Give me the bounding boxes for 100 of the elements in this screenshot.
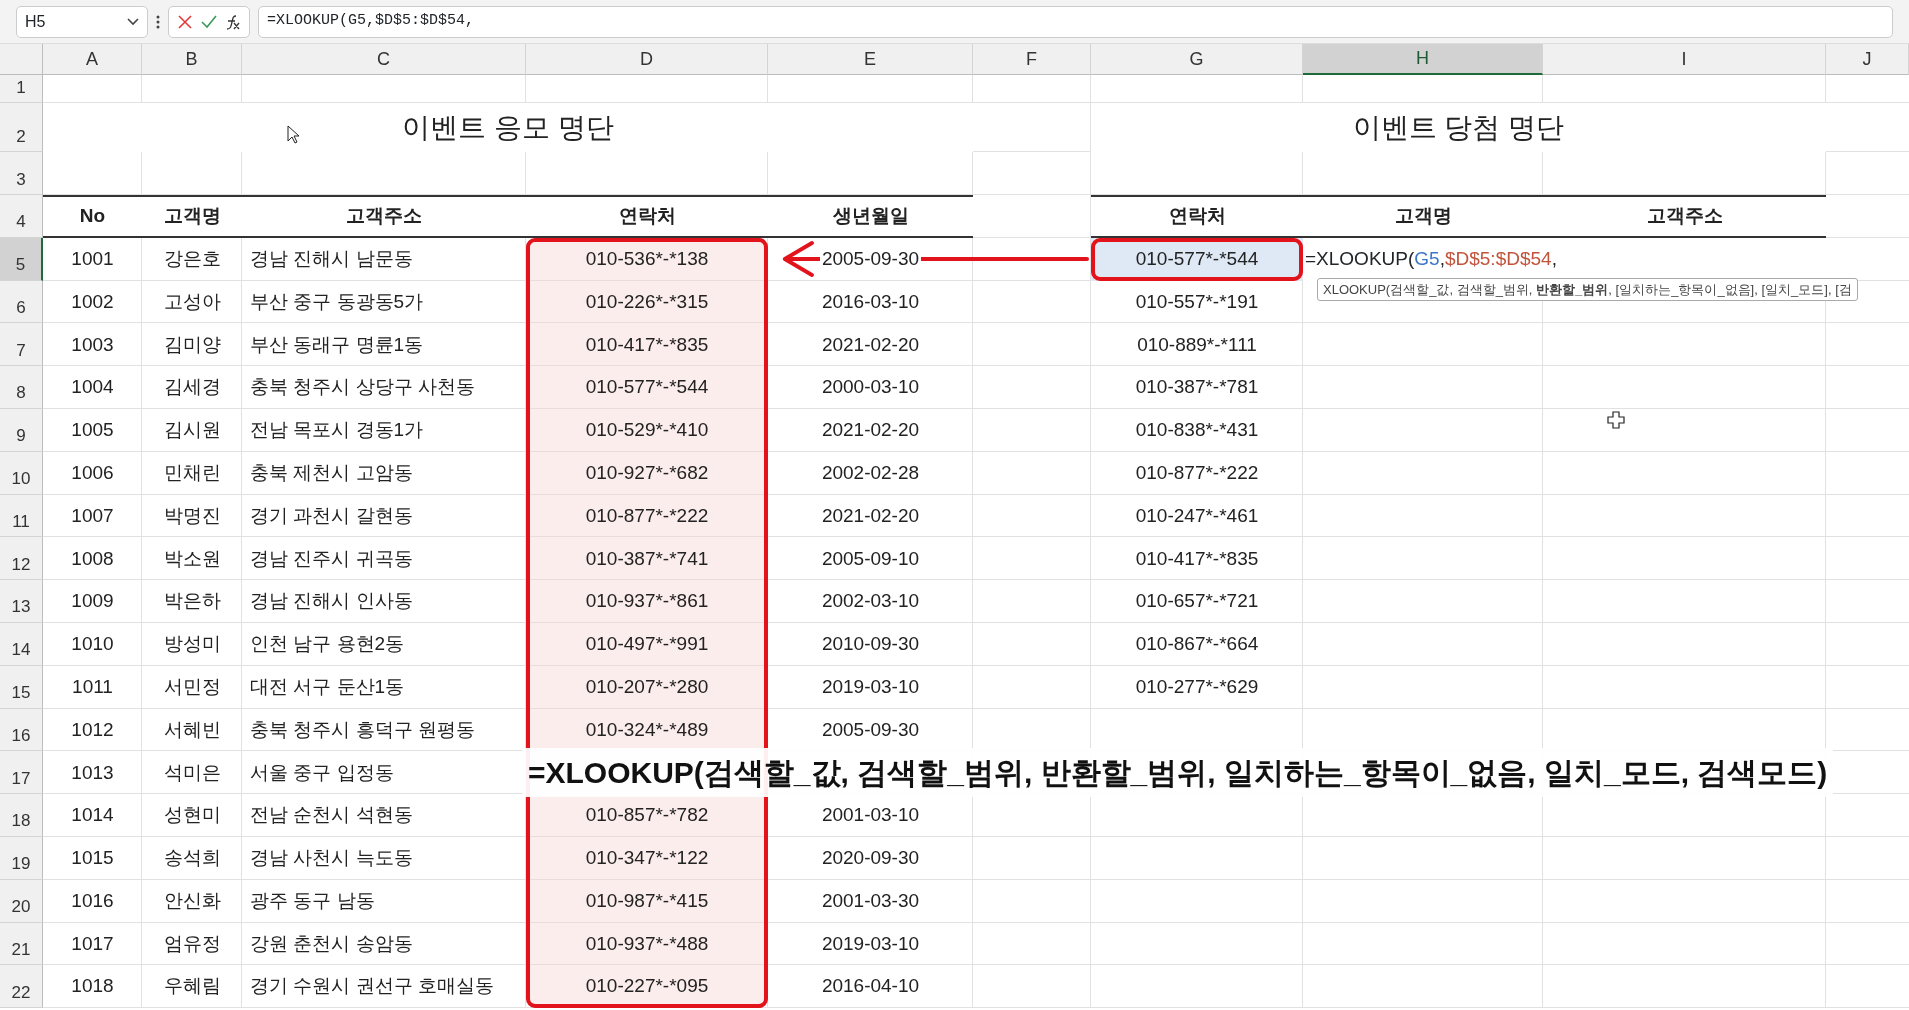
table-cell-text: 1015 — [70, 846, 115, 871]
insert-function-icon[interactable] — [225, 13, 241, 30]
table-cell-text: 방성미 — [162, 632, 222, 657]
table-cell-text: 부산 중구 동광동5가 — [249, 289, 425, 314]
dropdown-caret-icon[interactable] — [127, 17, 139, 26]
table-cell-text: 1005 — [70, 418, 115, 443]
column-heading: No — [43, 195, 142, 238]
table-title: 이벤트 당첨 명단 — [1091, 103, 1826, 152]
column-header[interactable]: J — [1826, 44, 1909, 75]
row-header[interactable]: 21 — [0, 922, 43, 966]
table-cell-text: 010-867*-*664 — [1134, 632, 1260, 657]
column-header[interactable]: D — [526, 44, 768, 75]
enter-check-icon[interactable] — [201, 13, 217, 30]
table-cell-text: 1014 — [70, 803, 115, 828]
name-box-value: H5 — [25, 11, 46, 32]
caption-text: =XLOOKUP(검색할_값, 검색할_범위, 반환할_범위, 일치하는_항목이_없음, 일치_모드, 검색모드) — [522, 748, 1834, 798]
table-cell-text: 010-387*-*741 — [584, 546, 710, 571]
row-header[interactable]: 16 — [0, 708, 43, 752]
row-header[interactable]: 1 — [0, 75, 43, 103]
table-cell-text: 010-557*-*191 — [1134, 289, 1260, 314]
table-cell-text: 1006 — [70, 460, 115, 485]
table-cell-text: 박소원 — [162, 546, 222, 571]
mouse-pointer-icon — [287, 125, 299, 144]
table-cell-text: 1017 — [70, 931, 115, 956]
column-header[interactable]: E — [768, 44, 973, 75]
column-header[interactable]: C — [242, 44, 526, 75]
table-cell-text: 김미양 — [162, 332, 222, 357]
table-cell-text: 서혜빈 — [162, 717, 222, 742]
table-cell-text: 010-577*-*544 — [584, 375, 710, 400]
table-cell-text: 1011 — [71, 674, 114, 699]
column-header[interactable]: G — [1091, 44, 1303, 75]
column-header[interactable]: B — [142, 44, 242, 75]
row-header[interactable]: 13 — [0, 580, 43, 623]
row-header[interactable]: 12 — [0, 537, 43, 581]
table-cell-text: 010-277*-*629 — [1134, 674, 1260, 699]
row-header[interactable]: 3 — [0, 152, 43, 195]
column-header[interactable]: A — [43, 44, 142, 75]
function-tooltip: XLOOKUP(검색할_값, 검색할_범위, 반환할_범위, [일치하는_항목이_없음], [일치_모드], [검 — [1317, 277, 1858, 302]
table-cell-text: 엄유정 — [162, 931, 222, 956]
column-heading: 연락처 — [1091, 195, 1303, 238]
table-cell-text: 010-657*-*721 — [1134, 589, 1260, 614]
table-cell-text: 우혜림 — [162, 974, 222, 999]
column-header[interactable]: I — [1543, 44, 1826, 75]
row-header[interactable]: 9 — [0, 409, 43, 452]
table-cell-text: 서울 중구 입정동 — [249, 760, 395, 785]
more-options-icon[interactable] — [156, 14, 160, 29]
table-cell-text: 1008 — [70, 546, 115, 571]
table-cell-text: 충북 청주시 흥덕구 원평동 — [249, 717, 476, 742]
table-cell-text: 2001-03-10 — [820, 803, 921, 828]
table-cell-text: 2021-02-20 — [820, 418, 921, 443]
table-cell-text: 김세경 — [162, 375, 222, 400]
row-header[interactable]: 11 — [0, 494, 43, 538]
table-cell-text: 010-536*-*138 — [584, 246, 710, 271]
table-cell-text: 전남 목포시 경동1가 — [249, 418, 425, 443]
table-cell-text: 경남 진주시 귀곡동 — [249, 546, 414, 571]
table-cell-text: 2002-03-10 — [820, 589, 921, 614]
table-cell-text: 010-889*-*111 — [1136, 332, 1258, 357]
table-cell-text: 1010 — [70, 632, 115, 657]
column-header[interactable]: F — [973, 44, 1091, 75]
table-cell-text: 2019-03-10 — [820, 931, 921, 956]
table-cell-text: 김시원 — [162, 418, 222, 443]
row-header[interactable]: 18 — [0, 794, 43, 837]
formula-input[interactable]: =XLOOKUP(G5,$D$5:$D$54, — [258, 5, 1893, 38]
table-cell-text: 010-857*-*782 — [584, 803, 710, 828]
table-cell-text: 1001 — [70, 246, 115, 271]
cancel-icon[interactable] — [177, 13, 193, 30]
name-box[interactable]: H5 — [16, 5, 148, 38]
table-cell-text: 2016-03-10 — [820, 289, 921, 314]
table-cell-text: 민채린 — [162, 460, 222, 485]
column-header[interactable]: H — [1303, 44, 1543, 75]
table-cell-text: 전남 순천시 석현동 — [249, 803, 414, 828]
table-cell-text: 010-937*-*488 — [584, 931, 710, 956]
table-cell-text: 2001-03-30 — [820, 888, 921, 913]
row-header[interactable]: 10 — [0, 451, 43, 495]
row-header[interactable]: 2 — [0, 103, 43, 152]
row-header[interactable]: 22 — [0, 965, 43, 1009]
table-cell-text: 010-877*-*222 — [1134, 460, 1260, 485]
row-header[interactable]: 8 — [0, 366, 43, 409]
row-header[interactable]: 20 — [0, 879, 43, 923]
cell-formula[interactable]: =XLOOKUP(G5,$D$5:$D$54, — [1303, 237, 1826, 281]
table-cell-text: 고성아 — [162, 289, 222, 314]
table-cell-text: 010-927*-*682 — [584, 460, 710, 485]
row-header[interactable]: 5 — [0, 237, 43, 281]
table-cell-text: 2021-02-20 — [820, 332, 921, 357]
table-cell-text: 송석희 — [162, 846, 222, 871]
row-header[interactable]: 15 — [0, 665, 43, 709]
table-cell-text: 강은호 — [162, 246, 222, 271]
table-cell-text: 010-417*-*835 — [1134, 546, 1260, 571]
row-header[interactable]: 6 — [0, 280, 43, 324]
table-cell-text: 010-937*-*861 — [584, 589, 710, 614]
row-header[interactable]: 19 — [0, 836, 43, 880]
column-heading: 고객주소 — [1543, 195, 1826, 238]
row-header[interactable]: 4 — [0, 195, 43, 238]
table-cell-text: 010-247*-*461 — [1134, 503, 1260, 528]
row-header[interactable]: 7 — [0, 323, 43, 367]
row-header[interactable]: 17 — [0, 751, 43, 795]
row-header[interactable]: 14 — [0, 622, 43, 666]
table-cell-text: 1016 — [70, 888, 115, 913]
table-cell-text: 010-877*-*222 — [584, 503, 710, 528]
table-cell-text: 1003 — [70, 332, 115, 357]
